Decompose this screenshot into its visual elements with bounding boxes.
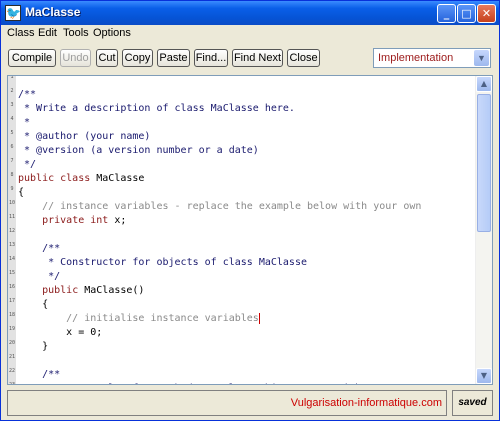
code-line[interactable]: {: [18, 186, 24, 200]
line-number: 11: [8, 214, 16, 220]
line-number-gutter: 1 2 3 4 5 6 7 8 9 10 11 12 13 14 15 16 17 18 19 20 21 22 23: [8, 76, 16, 384]
line-number: 5: [10, 130, 14, 136]
line-number: 8: [10, 172, 14, 178]
line-number: 2: [10, 88, 14, 94]
vertical-scrollbar[interactable]: ▲ ▼: [475, 76, 492, 384]
line-number: 3: [10, 102, 14, 108]
code-line[interactable]: }: [18, 340, 48, 354]
menu-edit[interactable]: Edit: [38, 27, 57, 39]
scroll-thumb[interactable]: [477, 94, 491, 232]
close-button[interactable]: Close: [287, 49, 320, 67]
menu-tools[interactable]: Tools: [63, 27, 89, 39]
line-number: 14: [8, 256, 16, 262]
code-line[interactable]: public MaClasse(): [18, 284, 144, 298]
minimize-icon[interactable]: _: [437, 4, 456, 23]
line-number: 15: [8, 270, 16, 276]
code-line[interactable]: * Write a description of class MaClasse …: [18, 102, 295, 116]
code-line[interactable]: x = 0;: [18, 326, 102, 340]
line-number: 1: [10, 75, 14, 80]
code-line[interactable]: {: [18, 298, 48, 312]
line-number: 10: [8, 200, 16, 206]
window-title: MaClasse: [25, 5, 81, 19]
view-selector-value: Implementation: [378, 52, 454, 64]
maximize-icon[interactable]: □: [457, 4, 476, 23]
compile-button[interactable]: Compile: [8, 49, 56, 67]
copy-button[interactable]: Copy: [122, 49, 153, 67]
find-button[interactable]: Find...: [194, 49, 228, 67]
code-line[interactable]: private int x;: [18, 214, 126, 228]
line-number: 22: [8, 368, 16, 374]
dropdown-arrow-icon[interactable]: ▼: [474, 50, 489, 66]
menu-bar: Class Edit Tools Options: [1, 25, 499, 41]
menu-options[interactable]: Options: [93, 27, 131, 39]
line-number: 12: [8, 228, 16, 234]
code-line[interactable]: *: [18, 116, 30, 130]
menu-class[interactable]: Class: [7, 27, 35, 39]
watermark-text: Vulgarisation-informatique.com: [290, 397, 442, 409]
line-number: 13: [8, 242, 16, 248]
code-line[interactable]: */: [18, 270, 60, 284]
code-line[interactable]: * An example of a method - replace this …: [18, 382, 415, 384]
line-number: 23: [8, 382, 16, 385]
code-line[interactable]: /**: [18, 368, 60, 382]
line-number: 9: [10, 186, 14, 192]
code-line[interactable]: * @version (a version number or a date): [18, 144, 259, 158]
code-line[interactable]: public class MaClasse: [18, 172, 144, 186]
line-number: 20: [8, 340, 16, 346]
status-bar: Vulgarisation-informatique.com: [7, 390, 447, 416]
undo-button[interactable]: Undo: [60, 49, 91, 67]
line-number: 17: [8, 298, 16, 304]
code-line[interactable]: // initialise instance variables: [18, 312, 260, 326]
line-number: 19: [8, 326, 16, 332]
view-selector-dropdown[interactable]: Implementation ▼: [373, 48, 491, 68]
code-line[interactable]: /**: [18, 242, 60, 256]
line-number: 16: [8, 284, 16, 290]
code-line[interactable]: /**: [18, 88, 36, 102]
cut-button[interactable]: Cut: [96, 49, 118, 67]
paste-button[interactable]: Paste: [157, 49, 190, 67]
text-cursor: [258, 312, 260, 324]
line-number: 18: [8, 312, 16, 318]
find-next-button[interactable]: Find Next: [232, 49, 283, 67]
code-line[interactable]: */: [18, 158, 36, 172]
line-number: 21: [8, 354, 16, 360]
close-icon[interactable]: ✕: [477, 4, 496, 23]
code-line[interactable]: * @author (your name): [18, 130, 150, 144]
code-line[interactable]: * Constructor for objects of class MaCla…: [18, 256, 307, 270]
line-number: 4: [10, 116, 14, 122]
line-number: 7: [10, 158, 14, 164]
bluej-app-icon: 🐦: [5, 5, 21, 21]
scroll-up-icon[interactable]: ▲: [476, 76, 492, 92]
line-number: 6: [10, 144, 14, 150]
code-line[interactable]: // instance variables - replace the exam…: [18, 200, 421, 214]
scroll-down-icon[interactable]: ▼: [476, 368, 492, 384]
bluej-editor-window: 🐦 MaClasse _ □ ✕ Class Edit Tools Option…: [0, 0, 500, 421]
code-editor[interactable]: 1 2 3 4 5 6 7 8 9 10 11 12 13 14 15 16 17 18 19 20 21 22 23 /*…: [7, 75, 493, 385]
saved-status-badge: saved: [452, 390, 493, 416]
title-bar[interactable]: 🐦 MaClasse _ □ ✕: [1, 1, 499, 25]
